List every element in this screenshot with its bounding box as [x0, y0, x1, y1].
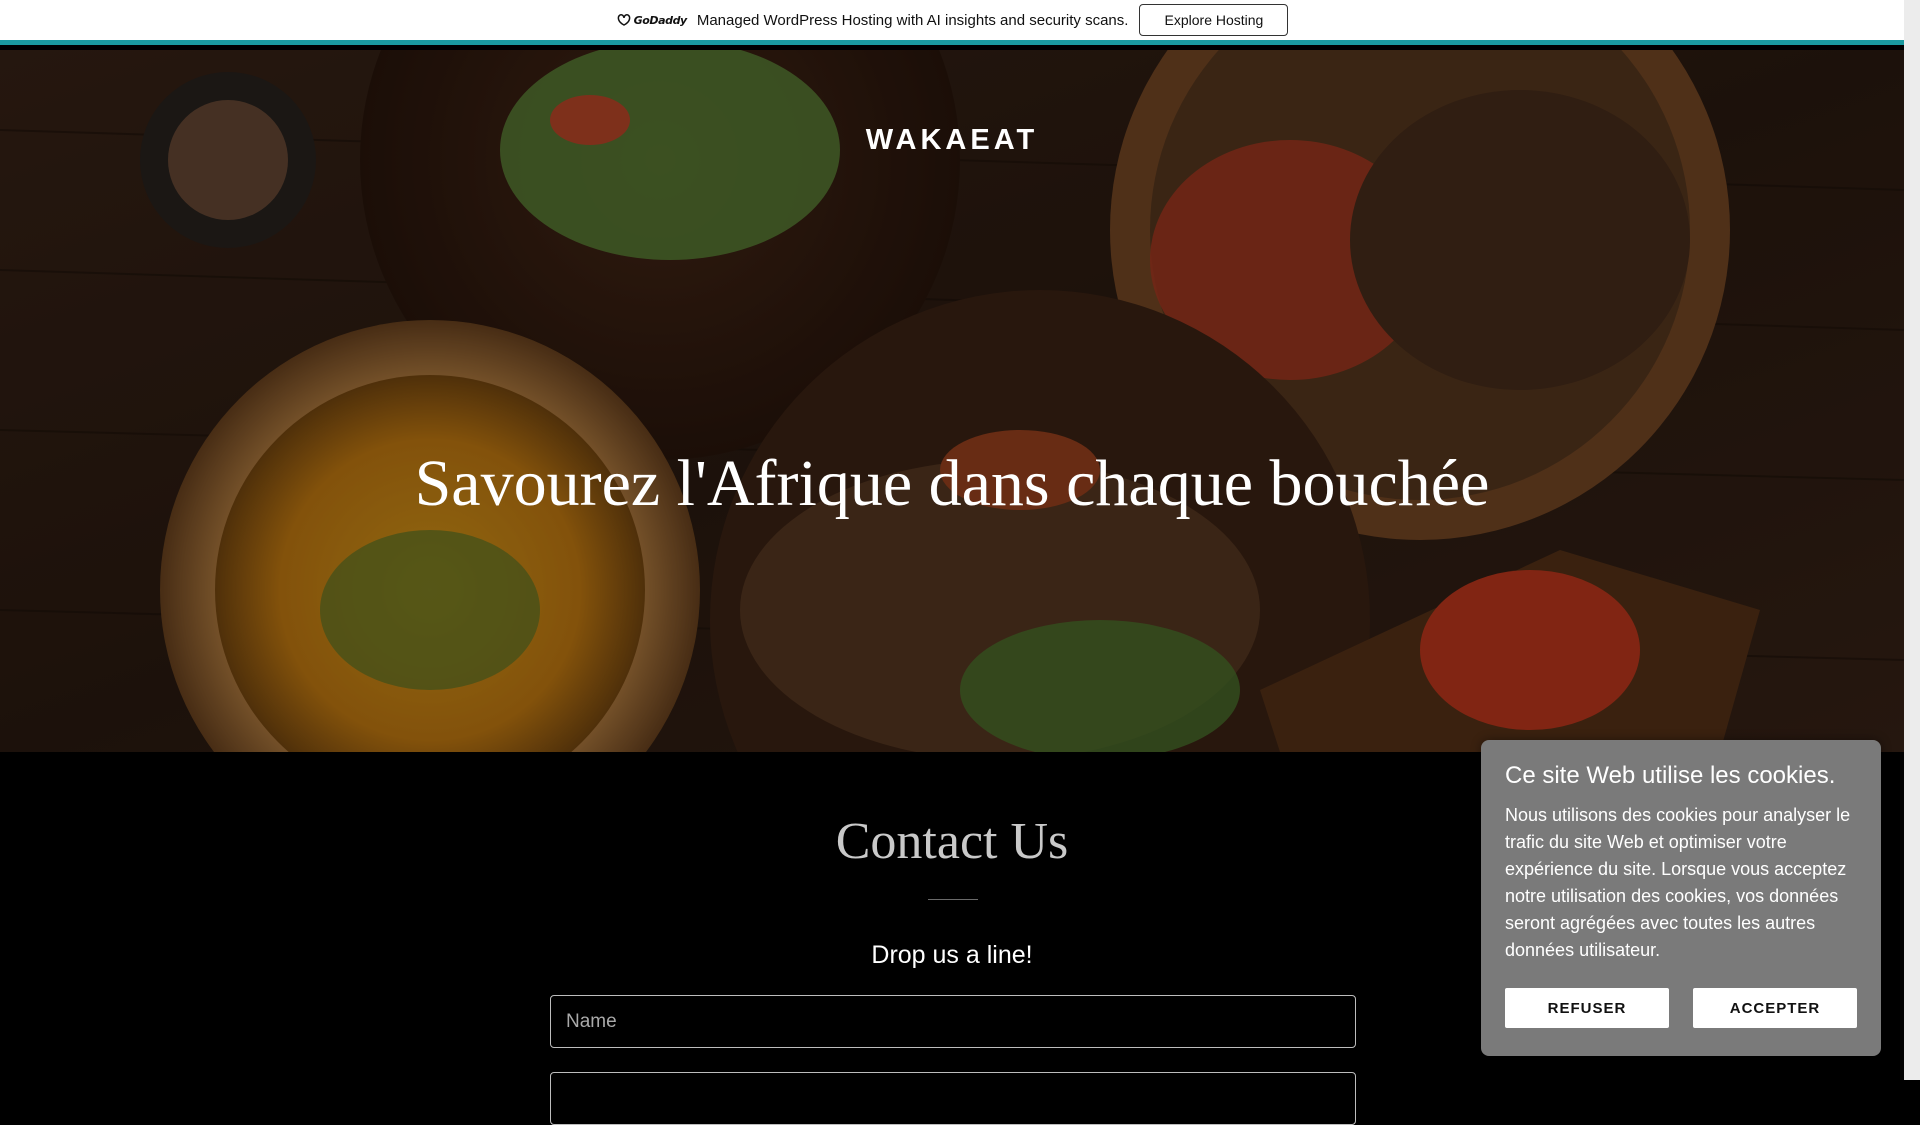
name-input[interactable]	[550, 995, 1356, 1048]
scrollbar[interactable]	[1904, 0, 1920, 1080]
hero-headline: Savourez l'Afrique dans chaque bouchée	[414, 447, 1490, 520]
section-divider	[928, 899, 978, 900]
promo-message: Managed WordPress Hosting with AI insigh…	[696, 11, 1129, 29]
cookie-description: Nous utilisons des cookies pour analyser…	[1505, 805, 1851, 960]
hero-section: WAKAEAT Savourez l'Afrique dans chaque b…	[0, 50, 1904, 752]
promo-banner: GoDaddy Managed WordPress Hosting with A…	[0, 0, 1920, 45]
accept-cookies-button[interactable]: ACCEPTER	[1693, 988, 1857, 1028]
cookie-consent-panel: Ce site Web utilise les cookies. Nous ut…	[1481, 740, 1881, 1056]
refuse-cookies-button[interactable]: REFUSER	[1505, 988, 1669, 1028]
site-brand-title[interactable]: WAKAEAT	[0, 124, 1904, 157]
explore-hosting-button[interactable]: Explore Hosting	[1139, 4, 1289, 36]
cookie-title: Ce site Web utilise les cookies.	[1505, 762, 1836, 789]
godaddy-wordmark: GoDaddy	[633, 13, 688, 27]
godaddy-icon	[617, 14, 630, 26]
godaddy-logo: GoDaddy	[616, 13, 687, 27]
